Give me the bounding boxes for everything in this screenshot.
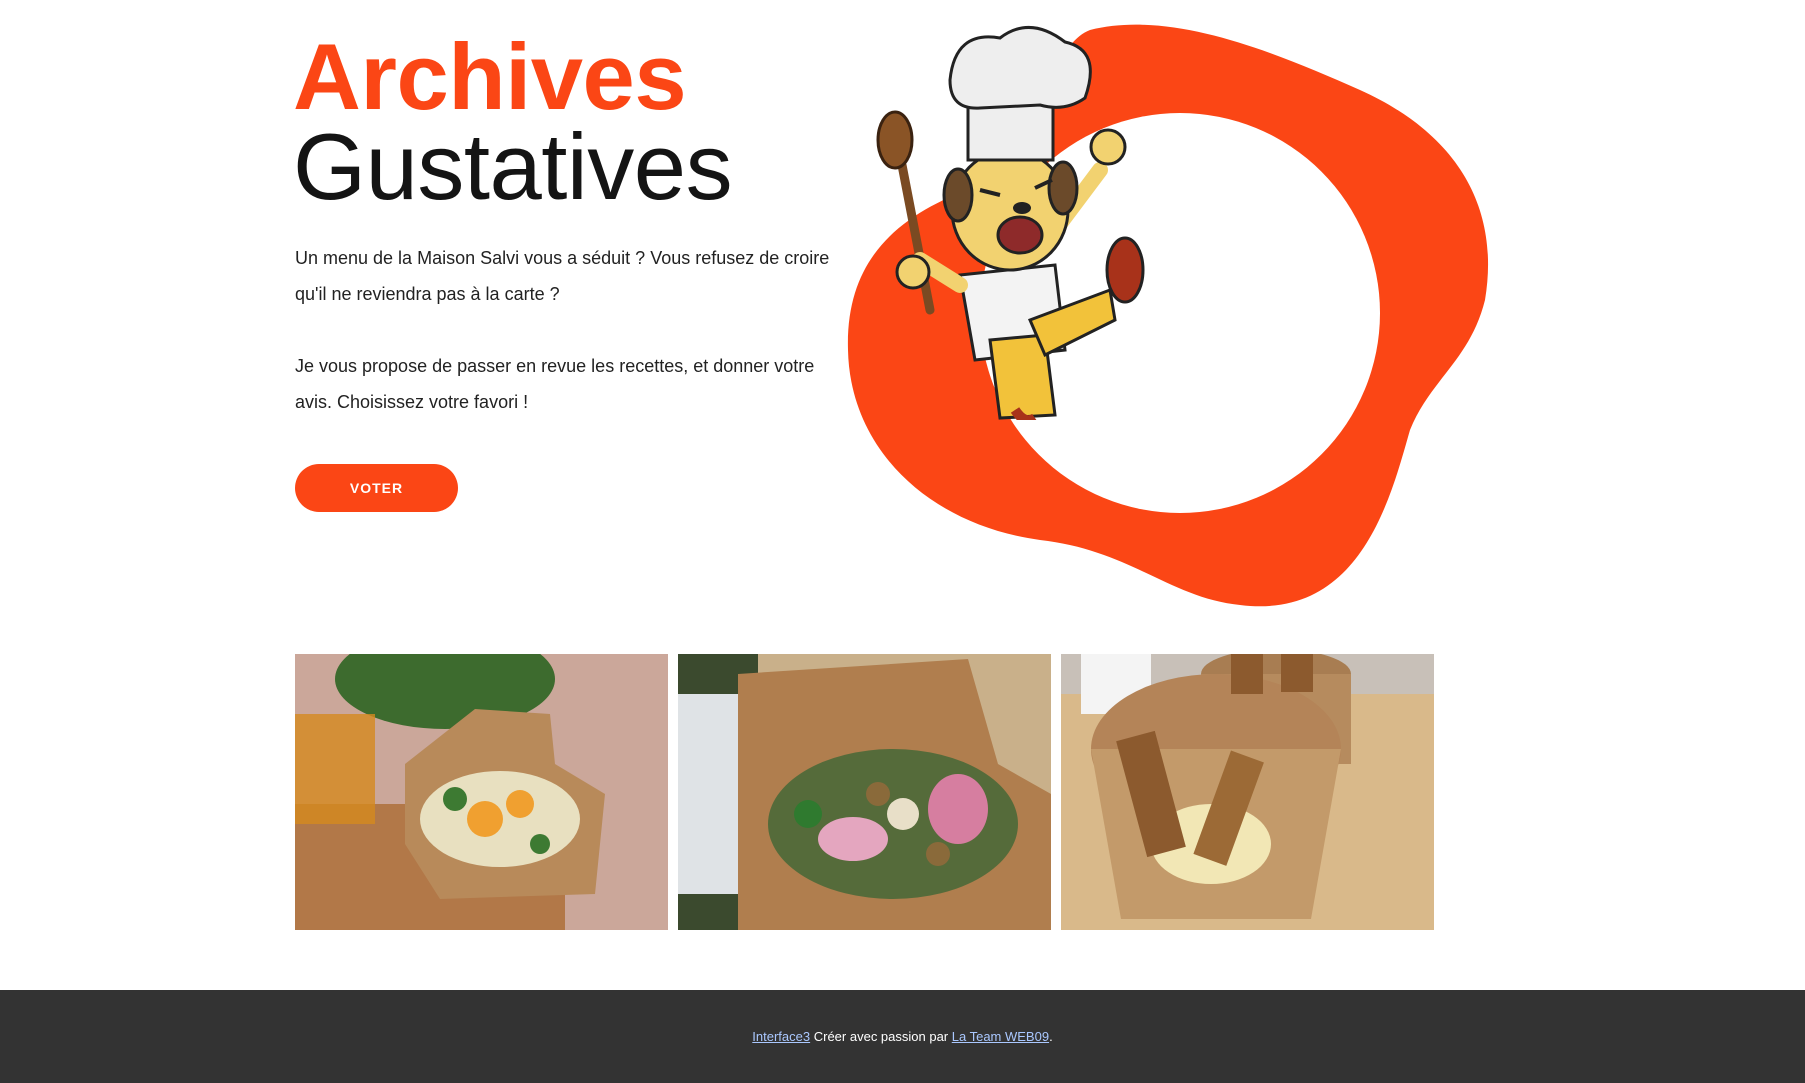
vote-button[interactable]: VOTER: [295, 464, 458, 512]
intro-paragraph-1: Un menu de la Maison Salvi vous a séduit…: [295, 248, 830, 304]
salad-radish-box-photo: [678, 654, 1051, 930]
gallery-photo-1[interactable]: [295, 654, 668, 930]
site-footer: Interface3 Créer avec passion par La Tea…: [0, 990, 1805, 1083]
hero-section: Archives Gustatives Un menu de la Maison…: [0, 0, 1805, 640]
footer-period: .: [1049, 1029, 1053, 1044]
footer-link-team[interactable]: La Team WEB09: [952, 1029, 1049, 1044]
gallery-photo-2[interactable]: [678, 654, 1051, 930]
dessert-cups-photo: [1061, 654, 1434, 930]
footer-link-interface3[interactable]: Interface3: [752, 1029, 810, 1044]
page-title-accent: Archives: [293, 24, 687, 129]
intro-paragraph-2: Je vous propose de passer en revue les r…: [295, 356, 815, 412]
intro-text: Un menu de la Maison Salvi vous a séduit…: [295, 240, 855, 420]
gallery-photo-3[interactable]: [1061, 654, 1434, 930]
salad-box-photo: [295, 654, 668, 930]
chef-dog-mascot-icon: [876, 25, 1145, 420]
page-title-main: Gustatives: [293, 114, 733, 219]
footer-text: Créer avec passion par: [810, 1029, 952, 1044]
hero-illustration: [840, 20, 1500, 620]
recipe-gallery: [295, 654, 1435, 930]
